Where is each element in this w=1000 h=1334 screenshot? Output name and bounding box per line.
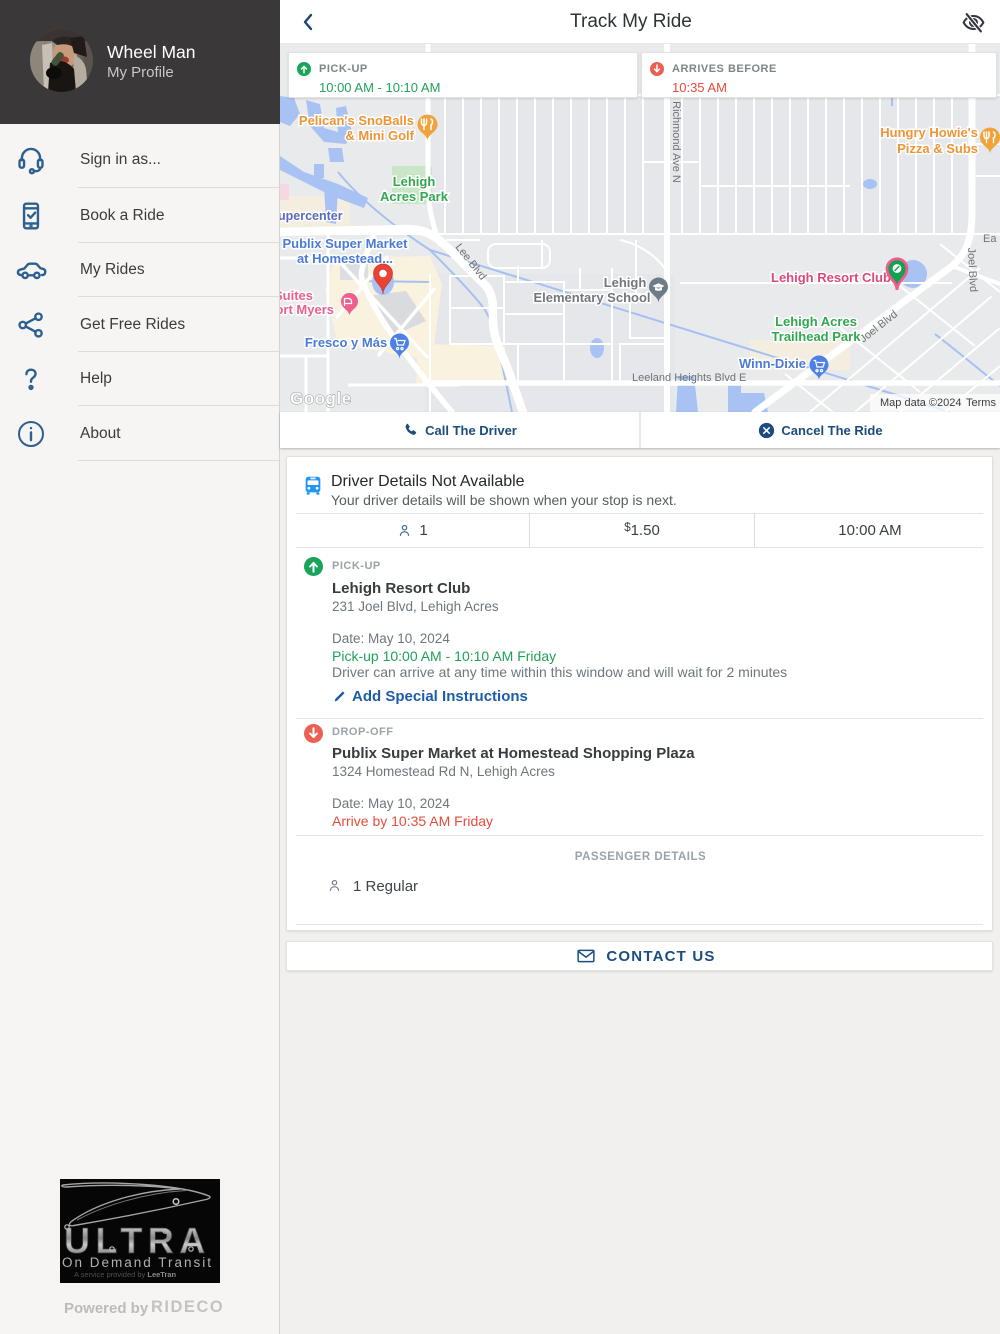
svg-text:n & Suites: n & Suites [280, 288, 313, 303]
svg-text:Ea: Ea [983, 233, 997, 245]
svg-text:Map data ©2024: Map data ©2024 [880, 397, 962, 409]
svg-text:Joel Blvd: Joel Blvd [965, 247, 979, 292]
svg-text:Pizza & Subs: Pizza & Subs [897, 141, 978, 156]
svg-text:Winn-Dixie: Winn-Dixie [739, 356, 806, 371]
svg-text:Lehigh Acres: Lehigh Acres [775, 314, 857, 329]
svg-text:On Demand Transit: On Demand Transit [62, 1255, 213, 1270]
svg-text:Google: Google [290, 389, 352, 408]
svg-text:& Mini Golf: & Mini Golf [345, 128, 414, 143]
svg-text:Leeland Heights Blvd E: Leeland Heights Blvd E [632, 372, 746, 384]
svg-text:Lehigh: Lehigh [604, 275, 647, 290]
svg-text:Lehigh Resort Club: Lehigh Resort Club [771, 270, 891, 285]
svg-text:Pelican's SnoBalls: Pelican's SnoBalls [299, 113, 414, 128]
svg-text:Lehigh: Lehigh [393, 174, 436, 189]
svg-text:Elementary School: Elementary School [533, 290, 650, 305]
svg-text:A service provided by LeeTran: A service provided by LeeTran [74, 1270, 177, 1279]
svg-text:Hungry Howie's: Hungry Howie's [880, 125, 978, 140]
svg-text:Trailhead Park: Trailhead Park [772, 329, 862, 344]
svg-text:Fresco y Más: Fresco y Más [305, 335, 387, 350]
svg-text:Publix Super Market: Publix Super Market [283, 236, 409, 251]
svg-text:Acres Park: Acres Park [380, 189, 449, 204]
svg-text:Richmond Ave N: Richmond Ave N [670, 101, 682, 183]
svg-text:Terms: Terms [966, 397, 996, 409]
svg-text:upercenter: upercenter [280, 209, 343, 223]
svg-text:ort Myers: ort Myers [280, 302, 334, 317]
svg-text:at Homestead...: at Homestead... [297, 251, 393, 266]
